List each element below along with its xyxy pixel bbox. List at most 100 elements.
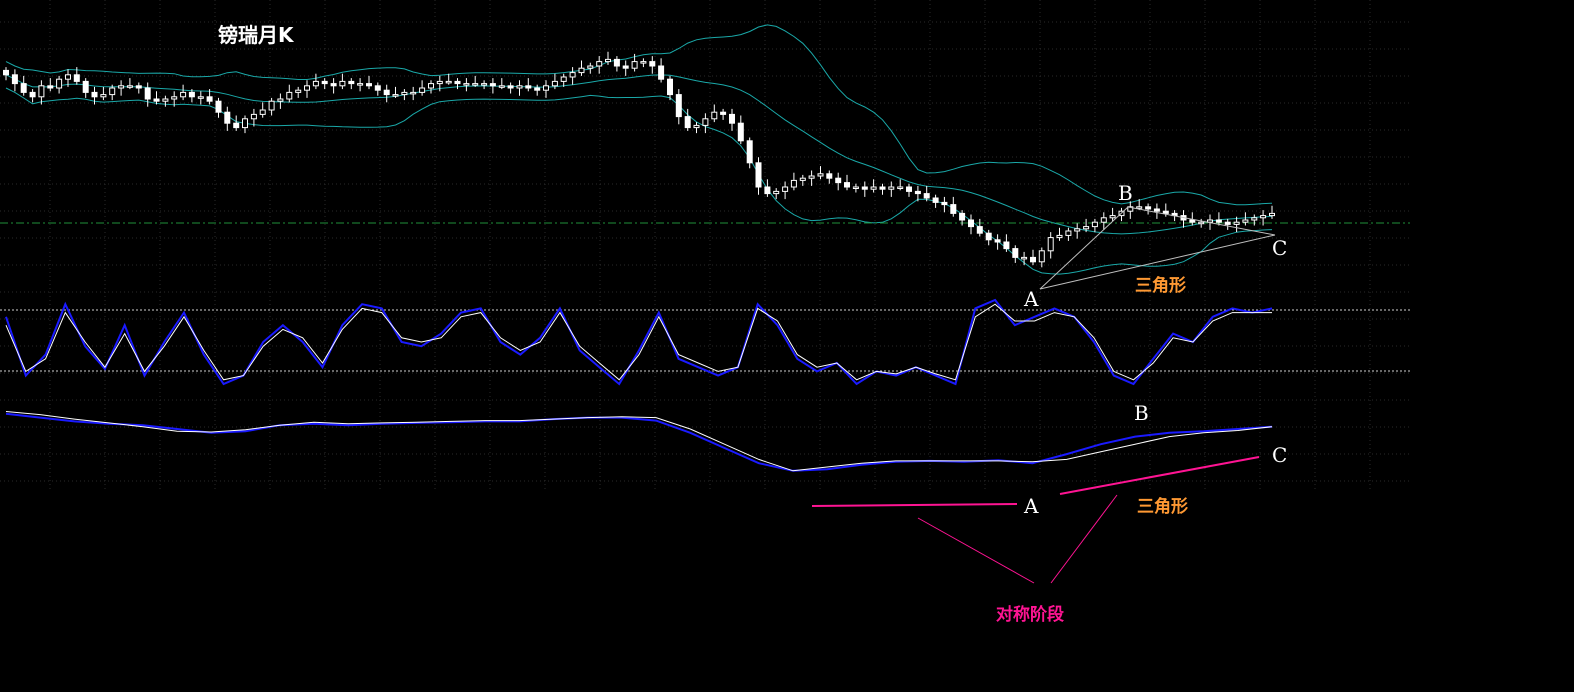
candle-body	[729, 113, 735, 124]
candle-body	[428, 83, 434, 89]
candle-body	[587, 65, 594, 69]
candle-body	[870, 186, 877, 190]
candle-body	[985, 232, 992, 241]
candle-body	[1189, 219, 1196, 223]
candle-body	[1162, 210, 1169, 214]
candle-body	[737, 122, 744, 142]
candle-body	[357, 83, 364, 86]
candle-body	[330, 83, 337, 87]
candle-body	[879, 186, 886, 190]
candle-body	[1021, 256, 1028, 260]
candle-body	[1233, 221, 1240, 225]
candle-body	[1083, 226, 1090, 230]
candle-body	[702, 118, 709, 126]
candle-body	[1145, 206, 1152, 210]
candle-body	[675, 94, 682, 118]
candle-body	[153, 98, 160, 102]
candle-body	[233, 122, 240, 129]
candle-body	[144, 87, 151, 100]
candle-body	[3, 69, 9, 76]
candle-body	[1260, 215, 1267, 219]
candle-body	[906, 186, 912, 192]
candle-body	[1198, 221, 1205, 225]
candle-body	[932, 197, 939, 203]
candle-body	[436, 80, 443, 85]
candle-body	[401, 91, 408, 96]
price-triangle-label: 三角形	[1135, 275, 1186, 296]
candle-body	[543, 85, 549, 91]
candle-body	[684, 116, 691, 129]
candle-body	[790, 179, 797, 188]
candle-body	[1074, 228, 1081, 232]
candle-body	[817, 173, 824, 177]
candle-body	[1003, 241, 1010, 250]
candle-body	[534, 87, 541, 91]
candle-body	[1242, 219, 1249, 223]
candle-body	[419, 87, 426, 93]
candle-body	[472, 83, 479, 86]
candle-body	[47, 85, 54, 89]
osc-triangle-label: 三角形	[1137, 496, 1188, 517]
candle-body	[410, 91, 417, 95]
candle-body	[366, 83, 372, 87]
candle-body	[312, 80, 319, 87]
osc-point-c-label: C	[1272, 443, 1287, 467]
candle-body	[888, 186, 895, 190]
candle-body	[959, 212, 966, 221]
candle-body	[197, 96, 204, 99]
candle-body	[286, 91, 293, 100]
candle-body	[180, 91, 187, 98]
candle-body	[596, 61, 603, 67]
candle-body	[374, 85, 381, 91]
candle-body	[250, 113, 257, 120]
candle-body	[711, 111, 718, 120]
candle-body	[489, 83, 496, 87]
candle-body	[897, 186, 904, 189]
candle-body	[1109, 215, 1116, 219]
candle-body	[914, 190, 921, 195]
candle-body	[20, 83, 27, 93]
candle-body	[1136, 206, 1143, 209]
candle-body	[1056, 234, 1063, 239]
candle-body	[1251, 217, 1258, 221]
candle-body	[1215, 219, 1222, 223]
candle-body	[667, 78, 673, 96]
candle-body	[569, 72, 576, 78]
candle-body	[91, 91, 98, 98]
candle-body	[277, 98, 284, 102]
candle-body	[1065, 230, 1072, 236]
candle-body	[109, 87, 116, 96]
candle-body	[11, 74, 18, 85]
candle-body	[808, 175, 815, 179]
candle-body	[773, 190, 780, 195]
osc-point-a-label: A	[1023, 494, 1039, 518]
candle-body	[1091, 221, 1098, 228]
candle-body	[640, 61, 647, 64]
candle-body	[162, 98, 169, 102]
candle-body	[525, 85, 532, 89]
candle-body	[1224, 221, 1231, 225]
candle-body	[188, 91, 195, 98]
candle-body	[339, 80, 346, 87]
candle-body	[1100, 217, 1107, 223]
candle-body	[304, 85, 310, 91]
candle-body	[968, 219, 974, 228]
candle-body	[799, 177, 806, 181]
candle-body	[242, 118, 248, 129]
candle-body	[649, 61, 656, 67]
candle-body	[135, 85, 142, 89]
symmetry-phase-label: 对称阶段	[996, 604, 1064, 625]
candle-body	[1030, 256, 1036, 263]
candle-body	[295, 89, 302, 93]
candle-body	[1269, 212, 1275, 217]
chart-title: 镑瑞月K	[218, 23, 295, 47]
candle-body	[826, 173, 833, 179]
candle-body	[171, 96, 178, 100]
candle-body	[551, 80, 558, 87]
candle-body	[720, 111, 727, 115]
candle-body	[348, 80, 355, 85]
candle-body	[693, 124, 700, 129]
candle-body	[844, 182, 850, 188]
candle-body	[215, 100, 222, 113]
price-point-a-label: A	[1023, 287, 1039, 311]
